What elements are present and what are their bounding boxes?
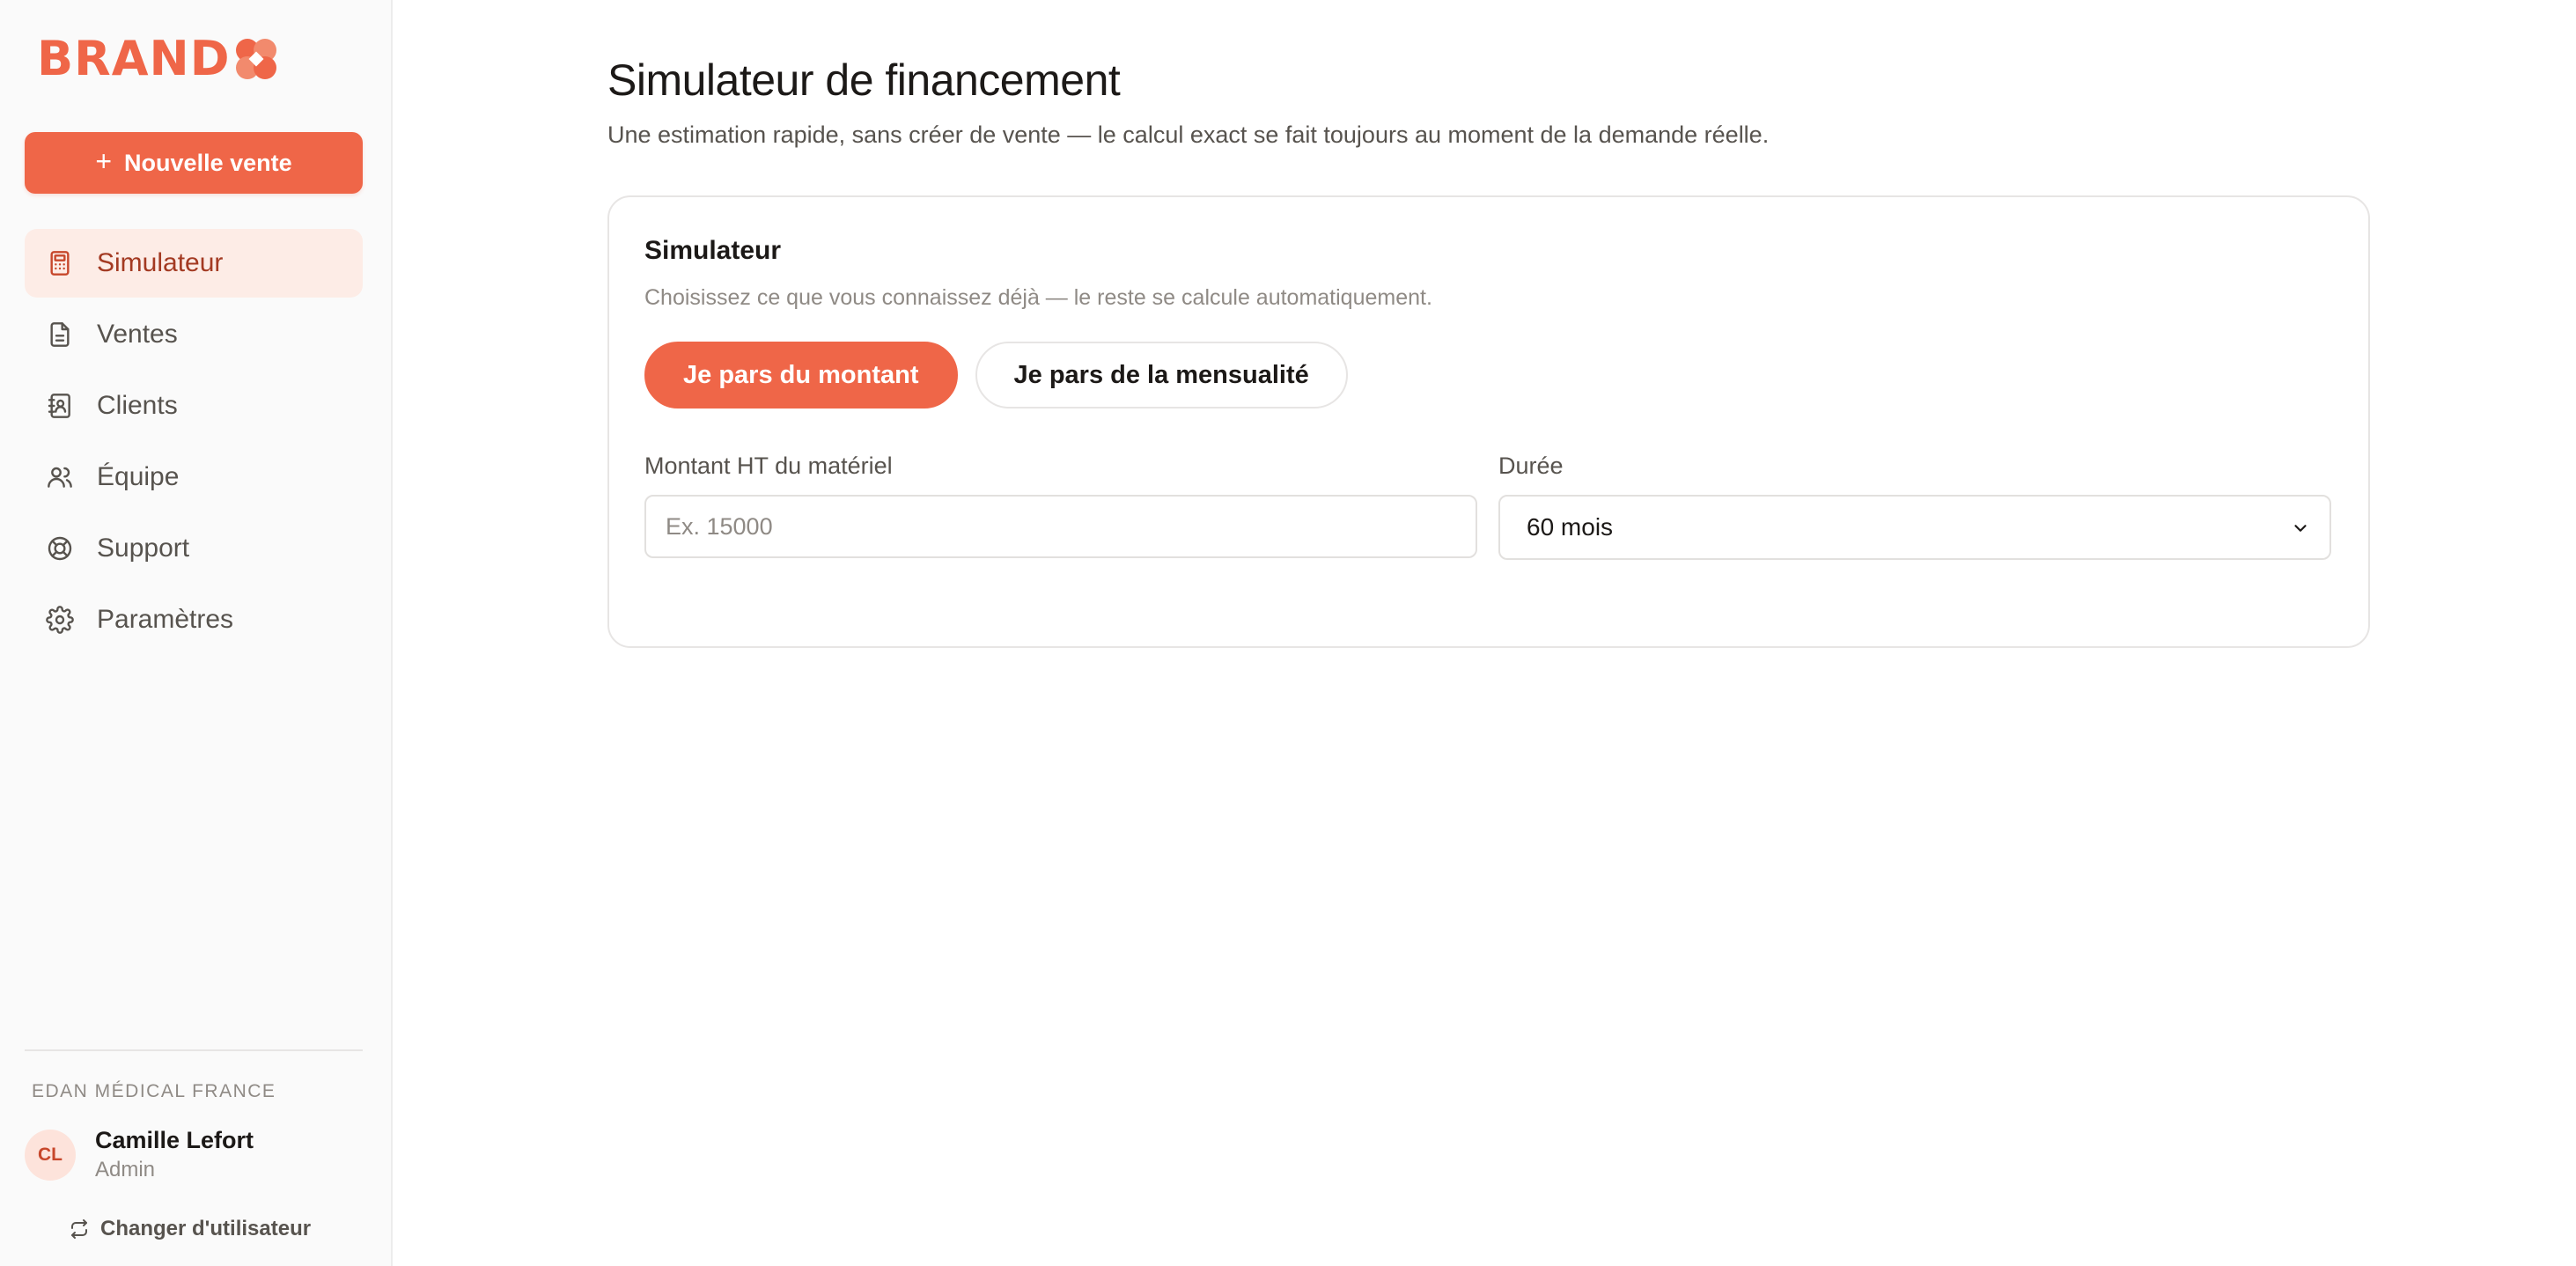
user-role: Admin xyxy=(95,1158,156,1181)
card-description: Choisissez ce que vous connaissez déjà —… xyxy=(644,285,1432,310)
switch-user-button[interactable]: Changer d'utilisateur xyxy=(69,1217,311,1241)
users-icon xyxy=(48,467,72,488)
brand-logo-text: BRAND xyxy=(37,31,231,86)
brand-mark-icon xyxy=(235,39,276,79)
simulator-card: Simulateur Choisissez ce que vous connai… xyxy=(607,195,2370,648)
simulation-mode-toggle: Je pars du montant Je pars de la mensual… xyxy=(644,342,1348,409)
app-root: BRAND + Nouvelle vente Simulateur Ventes… xyxy=(0,0,2576,1266)
user-name: Camille Lefort xyxy=(95,1127,254,1153)
calculator-icon xyxy=(50,251,70,276)
chevron-down-icon xyxy=(2294,525,2307,532)
plus-icon: + xyxy=(95,145,113,177)
sidebar-item-label: Paramètres xyxy=(97,605,234,634)
sidebar-item-label: Clients xyxy=(97,391,178,420)
avatar: CL xyxy=(25,1130,76,1181)
duration-label: Durée xyxy=(1498,453,1564,479)
sidebar: BRAND + Nouvelle vente Simulateur Ventes… xyxy=(0,0,393,1266)
mode-monthly-button[interactable]: Je pars de la mensualité xyxy=(975,342,1348,409)
sidebar-item-label: Simulateur xyxy=(97,248,224,277)
card-title: Simulateur xyxy=(644,236,782,265)
sidebar-divider xyxy=(25,1049,363,1051)
gear-icon xyxy=(46,606,74,634)
duration-selected-value: 60 mois xyxy=(1527,513,1614,541)
new-sale-label: Nouvelle vente xyxy=(124,149,292,176)
sidebar-item-label: Support xyxy=(97,534,190,563)
sidebar-item-label: Équipe xyxy=(97,462,180,491)
duration-select[interactable]: 60 mois xyxy=(1498,495,2331,560)
mode-amount-button[interactable]: Je pars du montant xyxy=(644,342,958,409)
organization-label: EDAN MÉDICAL FRANCE xyxy=(32,1081,276,1101)
main-content: Simulateur de financement Une estimation… xyxy=(393,0,2576,1266)
lifebuoy-icon xyxy=(48,536,72,561)
sidebar-item-clients[interactable]: Clients xyxy=(25,372,363,440)
sidebar-item-label: Ventes xyxy=(97,320,178,349)
new-sale-button[interactable]: + Nouvelle vente xyxy=(25,132,363,194)
brand-logo[interactable]: BRAND xyxy=(37,35,280,83)
amount-input[interactable] xyxy=(644,495,1477,558)
page-title: Simulateur de financement xyxy=(607,55,1121,105)
sidebar-item-support[interactable]: Support xyxy=(25,514,363,583)
sidebar-item-simulateur[interactable]: Simulateur xyxy=(25,229,363,298)
swap-arrows-icon xyxy=(71,1219,87,1239)
user-info: Camille Lefort Admin xyxy=(95,1125,254,1185)
document-icon xyxy=(50,322,70,347)
sidebar-item-ventes[interactable]: Ventes xyxy=(25,300,363,369)
sidebar-item-equipe[interactable]: Équipe xyxy=(25,443,363,512)
page-subtitle: Une estimation rapide, sans créer de ven… xyxy=(607,121,1770,148)
current-user: CL Camille Lefort Admin xyxy=(25,1125,254,1185)
contacts-book-icon xyxy=(48,394,70,418)
sidebar-item-parametres[interactable]: Paramètres xyxy=(25,585,363,654)
sidebar-nav: Simulateur Ventes Clients Équipe Support… xyxy=(25,229,363,657)
switch-user-label: Changer d'utilisateur xyxy=(100,1217,312,1240)
amount-label: Montant HT du matériel xyxy=(644,453,893,479)
